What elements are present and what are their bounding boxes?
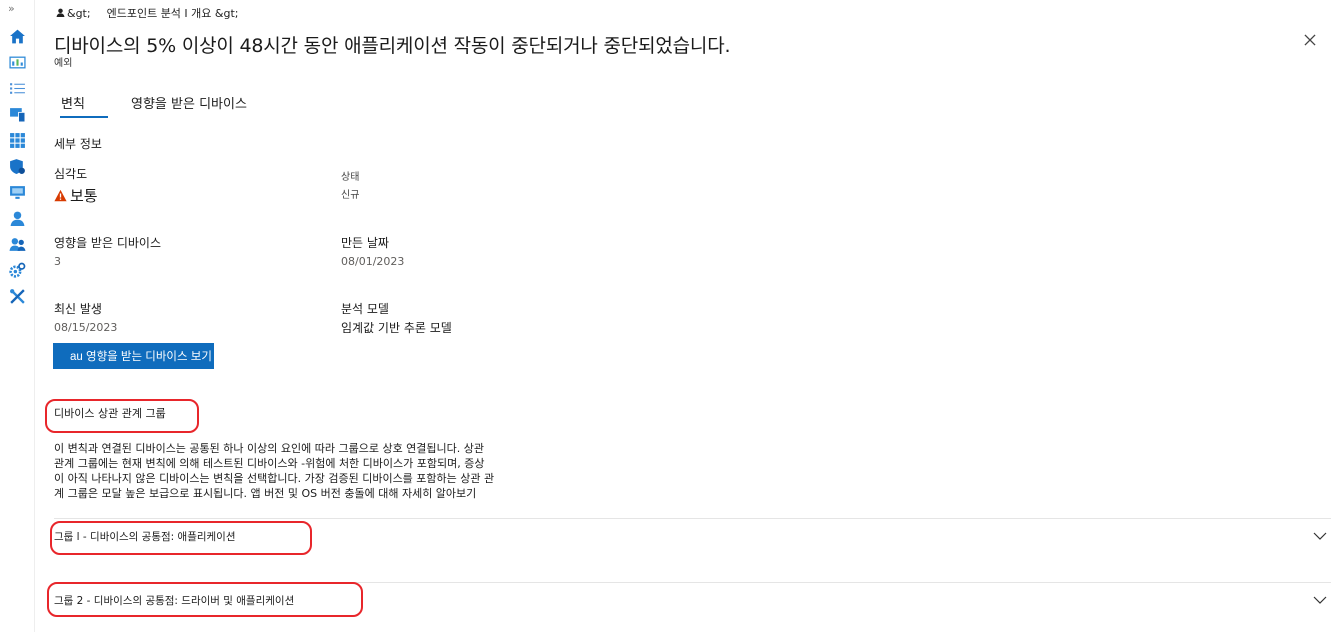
page-title: 디바이스의 5% 이상이 48시간 동안 애플리케이션 작동이 중단되거나 중단… <box>54 35 731 57</box>
view-affected-devices-button[interactable]: au 영향을 받는 디바이스 보기 <box>53 343 214 369</box>
group-1-label: 그룹 l - 디바이스의 공통점: 애플리케이션 <box>54 531 236 543</box>
tab-anomaly[interactable]: 변칙 <box>61 93 85 112</box>
users-icon[interactable] <box>9 236 26 253</box>
correlation-section-title: 디바이스 상관 관계 그룹 <box>54 407 166 420</box>
breadcrumb: &gt; 엔드포인트 분석 I 개요 &gt; <box>56 5 238 21</box>
apps-grid-icon[interactable] <box>9 132 26 149</box>
nav-rail: » <box>0 0 35 632</box>
analysis-model-value: 임계값 기반 추론 모델 <box>341 321 452 335</box>
status-value: 신규 <box>341 190 360 201</box>
details-section-title: 세부 정보 <box>54 137 102 151</box>
group-1-row[interactable]: 그룹 l - 디바이스의 공통점: 애플리케이션 <box>50 518 1331 558</box>
severity-value: 보통 <box>54 185 98 206</box>
user-icon[interactable] <box>9 210 26 227</box>
main-panel: &gt; 엔드포인트 분석 I 개요 &gt; 디바이스의 5% 이상이 48시간… <box>34 0 1331 632</box>
severity-label: 심각도 <box>54 167 88 181</box>
created-date-label: 만든 날짜 <box>341 236 389 250</box>
group-2-label: 그룹 2 - 디바이스의 공통점: 드라이버 및 애플리케이션 <box>54 595 295 607</box>
latest-occurrence-label: 최신 발생 <box>54 302 102 316</box>
description-line: 관계 그룹에는 현재 변칙에 의해 테스트된 디바이스와 -위험에 처한 디바이… <box>54 457 485 470</box>
home-icon[interactable] <box>9 28 26 45</box>
description-line: 이 아직 나타나지 않은 디바이스는 변칙을 선택합니다. 가장 검증된 디바이… <box>54 472 495 485</box>
severity-text: 보통 <box>70 187 98 205</box>
warning-icon <box>54 189 67 202</box>
chevron-down-icon[interactable] <box>1313 531 1327 541</box>
tools-icon[interactable] <box>9 288 26 305</box>
monitor-icon[interactable] <box>9 184 26 201</box>
devices-icon[interactable] <box>9 106 26 123</box>
security-icon[interactable] <box>9 158 26 175</box>
settings-icon[interactable] <box>9 262 26 279</box>
tab-affected-devices[interactable]: 영향을 받은 디바이스 <box>131 93 247 112</box>
breadcrumb-separator[interactable]: &gt; <box>67 7 91 20</box>
affected-devices-label: 영향을 받은 디바이스 <box>54 236 161 250</box>
analysis-model-label: 분석 모델 <box>341 302 389 316</box>
description-line: 계 그룹은 모달 높은 보급으로 표시됩니다. 앱 버전 및 OS 버전 충돌에… <box>54 487 477 500</box>
breadcrumb-endpoint-analytics[interactable]: 엔드포인트 분석 I 개요 &gt; <box>107 7 239 20</box>
description-line: 이 변칙과 연결된 디바이스는 공통된 하나 이상의 요인에 따라 그룹으로 상… <box>54 442 485 455</box>
page-subtitle: 예외 <box>54 58 73 69</box>
status-label: 상태 <box>341 172 360 183</box>
latest-occurrence-value: 08/15/2023 <box>54 321 118 334</box>
dashboard-icon[interactable] <box>9 54 26 71</box>
chevron-down-icon[interactable] <box>1313 595 1327 605</box>
expand-nav-button[interactable]: » <box>8 2 15 15</box>
user-breadcrumb-icon <box>56 8 65 17</box>
affected-devices-value: 3 <box>54 255 61 268</box>
close-icon[interactable] <box>1301 31 1319 49</box>
correlation-description: 이 변칙과 연결된 디바이스는 공통된 하나 이상의 요인에 따라 그룹으로 상… <box>54 441 574 501</box>
active-tab-indicator <box>60 116 108 118</box>
list-icon[interactable] <box>9 80 26 97</box>
created-date-value: 08/01/2023 <box>341 255 405 268</box>
group-2-row[interactable]: 그룹 2 - 디바이스의 공통점: 드라이버 및 애플리케이션 <box>47 579 1331 619</box>
